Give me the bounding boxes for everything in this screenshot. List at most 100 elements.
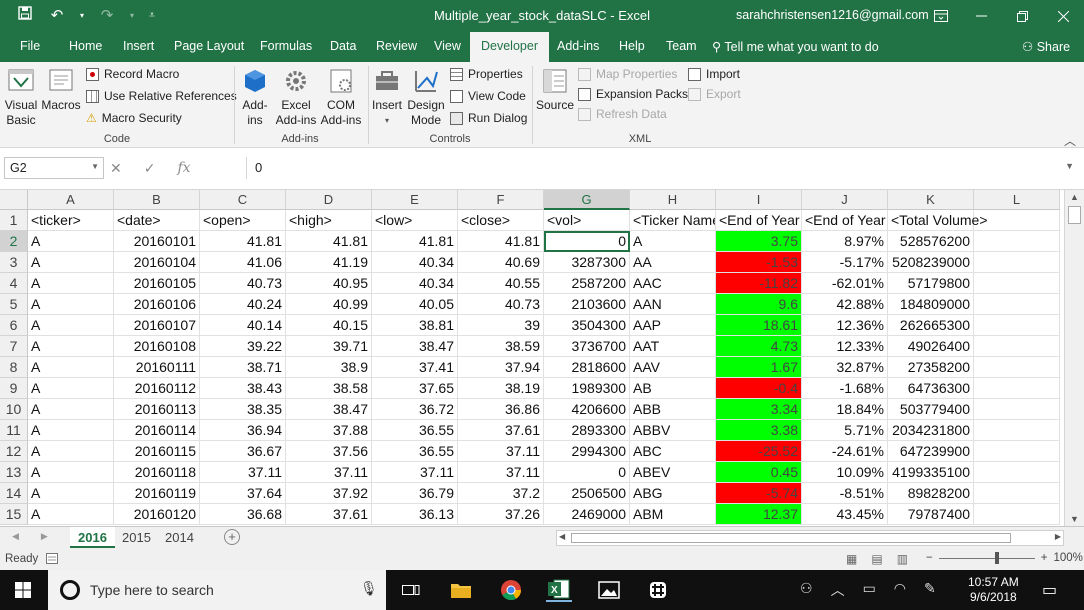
- tab-add-ins[interactable]: Add-ins: [557, 39, 599, 53]
- column-header-h[interactable]: H: [630, 190, 716, 210]
- microphone-icon[interactable]: 🎙: [360, 580, 378, 597]
- cell-d14[interactable]: 37.92: [286, 483, 372, 504]
- expansion-packs-button[interactable]: Expansion Packs: [578, 87, 688, 101]
- column-header-k[interactable]: K: [888, 190, 974, 210]
- zoom-slider-knob[interactable]: [994, 551, 999, 564]
- cell-l12[interactable]: [974, 441, 1060, 462]
- row-header-8[interactable]: 8: [0, 357, 28, 378]
- column-header-j[interactable]: J: [802, 190, 888, 210]
- cell-f8[interactable]: 37.94: [458, 357, 544, 378]
- cell-e12[interactable]: 36.55: [372, 441, 458, 462]
- row-header-10[interactable]: 10: [0, 399, 28, 420]
- cell-k6[interactable]: 262665300: [888, 315, 974, 336]
- cell-d9[interactable]: 38.58: [286, 378, 372, 399]
- cell-k14[interactable]: 89828200: [888, 483, 974, 504]
- cell-i10[interactable]: 3.34: [716, 399, 802, 420]
- cell-b13[interactable]: 20160118: [114, 462, 200, 483]
- cell-b1[interactable]: <date>: [114, 210, 200, 231]
- column-header-c[interactable]: C: [200, 190, 286, 210]
- cell-k11[interactable]: 2034231800: [888, 420, 974, 441]
- cell-f13[interactable]: 37.11: [458, 462, 544, 483]
- cell-b12[interactable]: 20160115: [114, 441, 200, 462]
- taskbar-clock[interactable]: 10:57 AM 9/6/2018: [968, 575, 1019, 605]
- share-button[interactable]: ⚇ Share: [1022, 39, 1070, 54]
- record-macro-button[interactable]: Record Macro: [86, 67, 179, 81]
- column-header-g[interactable]: G: [544, 190, 630, 210]
- cell-b9[interactable]: 20160112: [114, 378, 200, 399]
- cell-d6[interactable]: 40.15: [286, 315, 372, 336]
- cell-b8[interactable]: 20160111: [114, 357, 200, 378]
- design-mode-button[interactable]: Design Mode: [406, 66, 446, 128]
- cell-l15[interactable]: [974, 504, 1060, 525]
- account-email[interactable]: sarahchristensen1216@gmail.com: [736, 8, 929, 22]
- column-header-l[interactable]: L: [974, 190, 1060, 210]
- cell-h10[interactable]: ABB: [630, 399, 716, 420]
- cell-c11[interactable]: 36.94: [200, 420, 286, 441]
- cell-d15[interactable]: 37.61: [286, 504, 372, 525]
- cell-l14[interactable]: [974, 483, 1060, 504]
- sheet-tab-2015[interactable]: 2015: [114, 527, 159, 548]
- cell-g1[interactable]: <vol>: [544, 210, 630, 231]
- wifi-icon[interactable]: ◠: [894, 580, 906, 600]
- cell-d5[interactable]: 40.99: [286, 294, 372, 315]
- cell-l10[interactable]: [974, 399, 1060, 420]
- row-header-4[interactable]: 4: [0, 273, 28, 294]
- cell-a12[interactable]: A: [28, 441, 114, 462]
- cell-g11[interactable]: 2893300: [544, 420, 630, 441]
- cell-j10[interactable]: 18.84%: [802, 399, 888, 420]
- cell-f3[interactable]: 40.69: [458, 252, 544, 273]
- cell-d13[interactable]: 37.11: [286, 462, 372, 483]
- cell-g7[interactable]: 3736700: [544, 336, 630, 357]
- cell-i12[interactable]: -25.52: [716, 441, 802, 462]
- cell-h1[interactable]: <Ticker Name>: [630, 210, 716, 231]
- tab-developer[interactable]: Developer: [470, 32, 549, 62]
- cell-h14[interactable]: ABG: [630, 483, 716, 504]
- cell-c12[interactable]: 36.67: [200, 441, 286, 462]
- scroll-left-icon[interactable]: ◀: [559, 532, 565, 541]
- cell-e8[interactable]: 37.41: [372, 357, 458, 378]
- cell-k13[interactable]: 4199335100: [888, 462, 974, 483]
- row-header-12[interactable]: 12: [0, 441, 28, 462]
- collapse-ribbon-icon[interactable]: ︿: [1064, 132, 1076, 149]
- cell-l1[interactable]: [974, 210, 1060, 231]
- cell-h9[interactable]: AB: [630, 378, 716, 399]
- cell-k5[interactable]: 184809000: [888, 294, 974, 315]
- undo-icon[interactable]: ↶: [46, 6, 68, 24]
- excel-taskbar-icon[interactable]: X: [546, 578, 572, 602]
- cell-k3[interactable]: 5208239000: [888, 252, 974, 273]
- people-icon[interactable]: ⚇: [800, 580, 813, 600]
- cell-k4[interactable]: 57179800: [888, 273, 974, 294]
- normal-view-icon[interactable]: ▦: [846, 552, 857, 566]
- cell-f15[interactable]: 37.26: [458, 504, 544, 525]
- cell-l9[interactable]: [974, 378, 1060, 399]
- cell-k12[interactable]: 647239900: [888, 441, 974, 462]
- cell-a15[interactable]: A: [28, 504, 114, 525]
- cell-k7[interactable]: 49026400: [888, 336, 974, 357]
- cell-a6[interactable]: A: [28, 315, 114, 336]
- row-header-14[interactable]: 14: [0, 483, 28, 504]
- tab-help[interactable]: Help: [619, 39, 645, 53]
- insert-function-icon[interactable]: fx: [177, 160, 190, 177]
- cell-j8[interactable]: 32.87%: [802, 357, 888, 378]
- cell-i8[interactable]: 1.67: [716, 357, 802, 378]
- restore-icon[interactable]: [1002, 0, 1043, 32]
- row-header-5[interactable]: 5: [0, 294, 28, 315]
- prev-sheet-icon[interactable]: ◀: [12, 531, 19, 542]
- task-view-icon[interactable]: [398, 578, 424, 602]
- cell-a4[interactable]: A: [28, 273, 114, 294]
- cell-e15[interactable]: 36.13: [372, 504, 458, 525]
- column-header-d[interactable]: D: [286, 190, 372, 210]
- customize-qat-icon[interactable]: ⩡: [146, 10, 158, 21]
- cell-a9[interactable]: A: [28, 378, 114, 399]
- cell-l11[interactable]: [974, 420, 1060, 441]
- zoom-level[interactable]: 100%: [1053, 552, 1082, 564]
- cell-i15[interactable]: 12.37: [716, 504, 802, 525]
- cell-j6[interactable]: 12.36%: [802, 315, 888, 336]
- row-header-7[interactable]: 7: [0, 336, 28, 357]
- cell-h8[interactable]: AAV: [630, 357, 716, 378]
- cell-h13[interactable]: ABEV: [630, 462, 716, 483]
- cell-l7[interactable]: [974, 336, 1060, 357]
- cell-c2[interactable]: 41.81: [200, 231, 286, 252]
- cell-e14[interactable]: 36.79: [372, 483, 458, 504]
- cell-h2[interactable]: A: [630, 231, 716, 252]
